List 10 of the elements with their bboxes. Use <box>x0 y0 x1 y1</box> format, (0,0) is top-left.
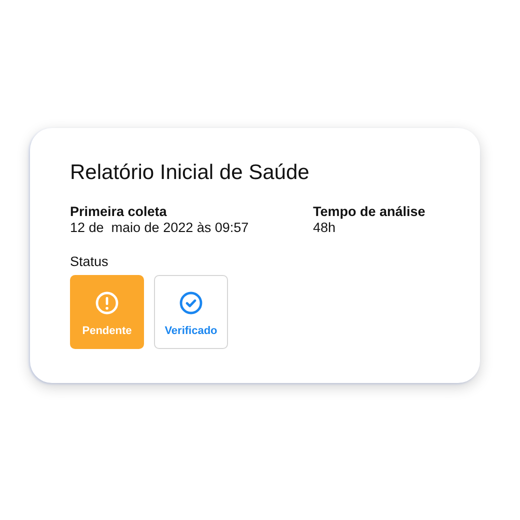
field-label: Tempo de análise <box>313 204 426 219</box>
report-title: Relatório Inicial de Saúde <box>70 161 310 185</box>
status-option[interactable]: Verificado <box>154 275 228 349</box>
field-label: Primeira coleta <box>70 204 168 219</box>
field-value: 48h <box>313 220 337 235</box>
exclamation-icon <box>95 291 119 315</box>
status-option[interactable]: Pendente <box>70 275 144 349</box>
field-value: 12 de maio de 2022 às 09:57 <box>70 220 250 235</box>
status-label: Status <box>70 254 110 269</box>
check-circle-icon <box>179 291 203 315</box>
